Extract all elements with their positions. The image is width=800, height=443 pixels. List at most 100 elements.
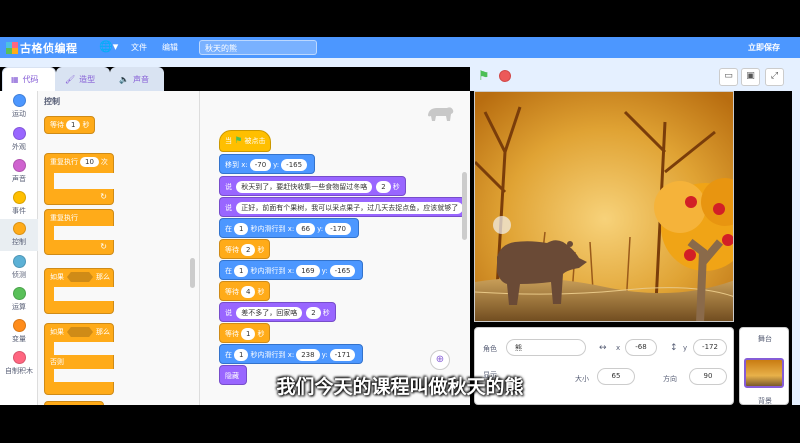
block-label: 重复执行 <box>50 214 78 222</box>
script-block-say-3[interactable]: 说 差不多了，回家咯 2 秒 <box>219 302 336 322</box>
y-input[interactable]: -172 <box>693 339 727 356</box>
language-globe-icon[interactable]: 🌐▾ <box>99 40 118 53</box>
repeat-value[interactable]: 10 <box>80 157 99 167</box>
goto-x-value[interactable]: -70 <box>249 159 272 171</box>
x-arrow-icon: ↔ <box>599 343 607 353</box>
menu-file[interactable]: 文件 <box>131 42 147 53</box>
category-dot-icon <box>12 222 26 235</box>
tab-costumes[interactable]: 🖌 造型 <box>56 67 110 91</box>
right-edge-strip <box>792 58 800 405</box>
wait-value[interactable]: 1 <box>66 120 81 130</box>
block-label: 秒 <box>322 309 330 317</box>
category-variables[interactable]: 变量 <box>0 319 38 344</box>
tab-sounds-label: 声音 <box>132 75 149 84</box>
script-block-say-2[interactable]: 说 正好，前面有个果树，我可以采点果子，过几天去捉点鱼，应该就够了 <box>219 197 465 217</box>
glide-x[interactable]: 238 <box>296 349 320 361</box>
say-secs-1[interactable]: 2 <box>376 181 391 193</box>
green-flag-button[interactable]: ⚑ <box>478 69 490 84</box>
menu-edit[interactable]: 编辑 <box>162 42 178 53</box>
block-label: 那么 <box>96 328 110 336</box>
stop-button[interactable] <box>499 70 511 82</box>
category-operators[interactable]: 运算 <box>0 287 38 312</box>
glide-secs[interactable]: 1 <box>234 265 249 277</box>
say-text-1[interactable]: 秋天到了，要赶快收集一些食物留过冬咯 <box>236 181 373 193</box>
script-block-wait-1[interactable]: 等待 2 秒 <box>219 239 271 259</box>
category-events[interactable]: 事件 <box>0 191 38 216</box>
block-label: 次 <box>100 158 108 166</box>
script-block-wait-2[interactable]: 等待 4 秒 <box>219 281 271 301</box>
glide-secs[interactable]: 1 <box>234 223 249 235</box>
project-title-input[interactable]: 秋天的熊 <box>199 40 317 55</box>
block-label: 在 <box>225 225 232 233</box>
fullscreen-button[interactable]: ⤢ <box>765 68 784 86</box>
category-label: 控制 <box>12 238 26 246</box>
category-looks[interactable]: 外观 <box>0 127 38 152</box>
stage-canvas[interactable] <box>474 91 734 322</box>
category-sound[interactable]: 声音 <box>0 159 38 184</box>
zoom-in-icon[interactable]: ⊕ <box>430 350 450 370</box>
y-arrow-icon: ↕ <box>670 343 678 353</box>
say-text-2[interactable]: 正好，前面有个果树，我可以采点果子，过几天去捉点鱼，应该就够了 <box>236 202 464 214</box>
script-block-glide-2[interactable]: 在 1 秒内滑行到 x: 169 y: -165 <box>219 260 364 280</box>
script-scrollbar[interactable] <box>462 172 467 240</box>
glide-x[interactable]: 169 <box>296 265 320 277</box>
script-block-glide-1[interactable]: 在 1 秒内滑行到 x: 66 y: -170 <box>219 218 360 238</box>
glide-secs[interactable]: 1 <box>234 349 249 361</box>
category-label: 运动 <box>12 110 26 118</box>
block-label: 秒 <box>257 288 265 296</box>
block-palette: 控制 等待1秒 重复执行10次↻ 重复执行↻ 如果那么 如果那么 否则 等待 <box>38 91 200 405</box>
script-block-say-1[interactable]: 说 秋天到了，要赶快收集一些食物留过冬咯 2 秒 <box>219 176 406 196</box>
block-label: 那么 <box>96 273 110 281</box>
logo-cube-icon <box>6 42 18 54</box>
save-now-button[interactable]: 立即保存 <box>748 42 780 53</box>
tab-costumes-label: 造型 <box>79 75 96 84</box>
category-label: 声音 <box>12 175 26 183</box>
x-input[interactable]: -68 <box>625 339 657 356</box>
category-dot-icon <box>12 255 26 268</box>
editor-tabs: ▦ 代码 🖌 造型 🔈 声音 <box>0 67 470 91</box>
c-slot <box>54 287 114 301</box>
small-stage-button[interactable]: ▭ <box>719 68 738 86</box>
category-label: 侦测 <box>12 271 26 279</box>
say-secs-3[interactable]: 2 <box>306 307 321 319</box>
say-text-3[interactable]: 差不多了，回家咯 <box>236 307 303 319</box>
green-flag-icon: ⚑ <box>234 136 243 146</box>
block-label: 说 <box>225 183 232 191</box>
script-hat-when-flag[interactable]: 当 ⚑ 被点击 <box>219 130 271 152</box>
script-block-glide-3[interactable]: 在 1 秒内滑行到 x: 238 y: -171 <box>219 344 364 364</box>
glide-y[interactable]: -165 <box>329 265 356 277</box>
glide-y[interactable]: -171 <box>329 349 356 361</box>
category-sensing[interactable]: 侦测 <box>0 255 38 280</box>
glide-y[interactable]: -170 <box>325 223 352 235</box>
condition-slot[interactable] <box>67 327 93 337</box>
category-dot-icon <box>12 351 26 364</box>
script-block-wait-3[interactable]: 等待 1 秒 <box>219 323 271 343</box>
goto-y-value[interactable]: -165 <box>281 159 308 171</box>
sprite-name-input[interactable]: 熊 <box>506 339 586 356</box>
script-block-goto[interactable]: 移到 x: -70 y: -165 <box>219 154 316 174</box>
block-label: 等待 <box>225 330 239 338</box>
large-stage-button[interactable]: ▣ <box>741 68 760 86</box>
tab-sounds[interactable]: 🔈 声音 <box>110 67 164 91</box>
category-control[interactable]: 控制 <box>0 219 38 251</box>
brand-logo[interactable]: 古格侦编程 <box>6 40 78 56</box>
wait-value[interactable]: 2 <box>241 244 256 256</box>
wait-value[interactable]: 1 <box>241 328 256 340</box>
category-motion[interactable]: 运动 <box>0 94 38 119</box>
palette-scrollbar[interactable] <box>190 258 195 288</box>
block-label: 秒内滑行到 x: <box>250 225 295 233</box>
category-dot-icon <box>12 191 26 204</box>
block-label: y: <box>317 225 324 233</box>
wait-value[interactable]: 4 <box>241 286 256 298</box>
sprite-ghost-bear-icon <box>428 107 454 121</box>
condition-slot[interactable] <box>67 272 93 282</box>
letterbox-top <box>0 0 800 37</box>
autumn-forest-scene <box>475 92 733 321</box>
glide-x[interactable]: 66 <box>296 223 316 235</box>
block-label: 秒 <box>257 246 265 254</box>
category-label: 事件 <box>12 207 26 215</box>
tab-code[interactable]: ▦ 代码 <box>2 67 56 91</box>
block-label: y: <box>273 161 280 169</box>
palette-block-wait[interactable]: 等待 1 秒 <box>44 116 96 134</box>
category-menu: 运动 外观 声音 事件 控制 侦测 运算 变量 自制积木 <box>0 91 38 405</box>
